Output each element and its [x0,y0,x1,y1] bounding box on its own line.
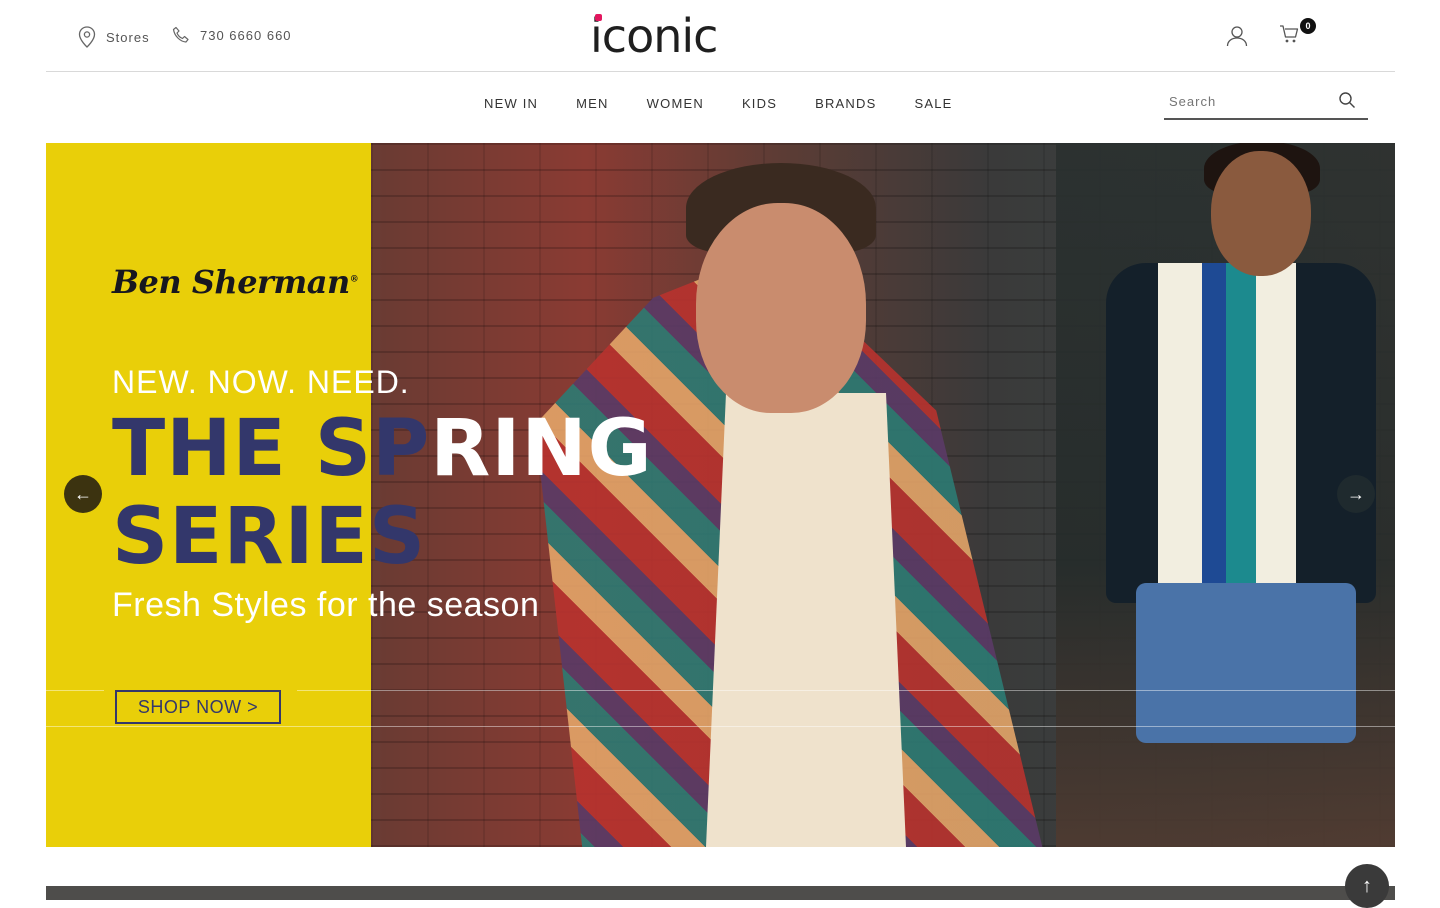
stores-label: Stores [106,29,150,45]
stores-link[interactable]: Stores [78,26,150,48]
search-box [1164,86,1368,120]
hero-subtitle: Fresh Styles for the season [112,586,540,624]
brand-registered-mark: ® [349,274,359,285]
main-nav: NEW IN MEN WOMEN KIDS BRANDS SALE [484,96,953,111]
search-input[interactable] [1164,86,1331,116]
site-logo[interactable]: iconic [590,9,718,63]
phone-number: 730 6660 660 [200,27,292,43]
headline-line-1: THE SPRING [112,405,653,493]
phone-icon [172,26,190,44]
nav-item-men[interactable]: MEN [576,96,609,111]
arrow-up-icon: ↑ [1362,875,1372,897]
cart-count-badge: 0 [1300,18,1316,34]
model-shorts [1136,583,1356,743]
ben-sherman-logo: Ben Sherman® [112,263,359,301]
cta-rule-right-top [297,690,1395,691]
account-button[interactable] [1226,25,1248,52]
scroll-to-top-button[interactable]: ↑ [1345,864,1389,908]
headline-line-1-part-1: THE SP [112,404,431,494]
model-striped-sweater [1106,263,1376,603]
brand-name: Ben Sherman [112,263,350,301]
model-tshirt [706,393,906,847]
nav-item-sale[interactable]: SALE [914,96,952,111]
arrow-right-icon: → [1347,484,1365,504]
logo-text: iconic [590,9,718,63]
cta-rule-bottom [46,726,1395,727]
nav-item-women[interactable]: WOMEN [647,96,704,111]
nav-item-new-in[interactable]: NEW IN [484,96,538,111]
headline-line-1-part-2: RING [430,404,653,494]
hero-tagline: NEW. NOW. NEED. [112,364,410,400]
cta-rule-left-top [46,690,104,691]
hero-headline: THE SPRING SERIES [112,405,653,581]
next-section-preview [46,886,1395,900]
cart-icon [1279,25,1299,48]
carousel-next-button[interactable]: → [1337,475,1375,513]
phone-link[interactable]: 730 6660 660 [172,26,292,44]
location-pin-icon [78,26,96,48]
carousel-prev-button[interactable]: ← [64,475,102,513]
headline-line-2: SERIES [112,492,427,582]
shop-now-button[interactable]: SHOP NOW > [115,690,281,724]
nav-item-kids[interactable]: KIDS [742,96,777,111]
arrow-left-icon: ← [74,484,92,504]
nav-item-brands[interactable]: BRANDS [815,96,876,111]
cart-button[interactable] [1279,24,1299,49]
user-icon [1226,26,1248,51]
logo-accent-dot [595,14,602,21]
model2-face [1211,151,1311,276]
model-face [696,203,866,413]
